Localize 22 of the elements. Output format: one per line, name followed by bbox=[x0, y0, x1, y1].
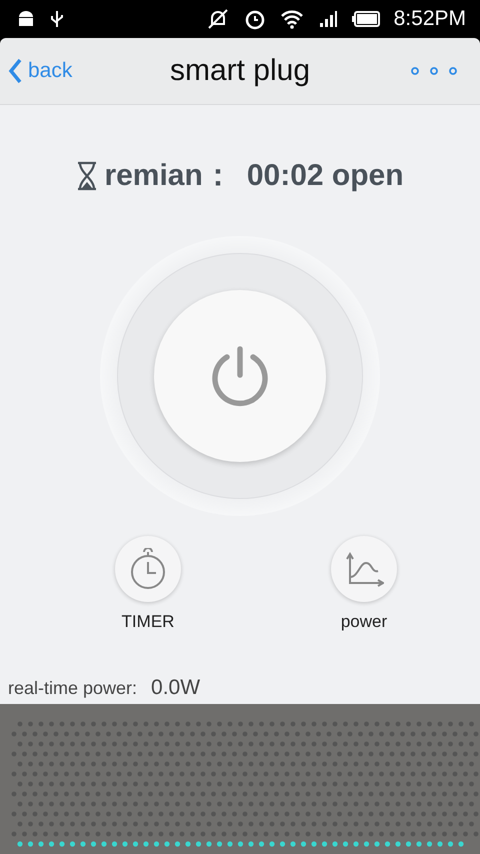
page-title: smart plug bbox=[168, 54, 312, 88]
line-chart-icon bbox=[344, 551, 384, 587]
alarm-icon bbox=[244, 8, 266, 30]
usb-icon bbox=[50, 9, 64, 29]
timer-button[interactable] bbox=[115, 536, 181, 602]
realtime-power-label: real-time power: bbox=[8, 678, 138, 699]
action-label: power bbox=[340, 612, 388, 632]
back-button[interactable]: back bbox=[0, 58, 110, 84]
action-label: TIMER bbox=[122, 612, 174, 632]
realtime-power-value: 0.0W bbox=[151, 676, 200, 700]
status-time: 8:52PM bbox=[394, 7, 466, 31]
hourglass-icon bbox=[76, 160, 98, 190]
muted-bell-icon bbox=[206, 8, 230, 30]
remaining-label: remian： bbox=[104, 158, 233, 194]
stopwatch-icon bbox=[129, 548, 167, 590]
more-dots-icon bbox=[410, 66, 458, 76]
chevron-left-icon bbox=[8, 58, 22, 84]
wifi-icon bbox=[280, 9, 304, 29]
battery-icon bbox=[352, 10, 380, 28]
power-chart-button[interactable] bbox=[331, 536, 397, 602]
remaining-time: 00:02 open bbox=[246, 158, 404, 192]
signal-icon bbox=[318, 9, 338, 29]
